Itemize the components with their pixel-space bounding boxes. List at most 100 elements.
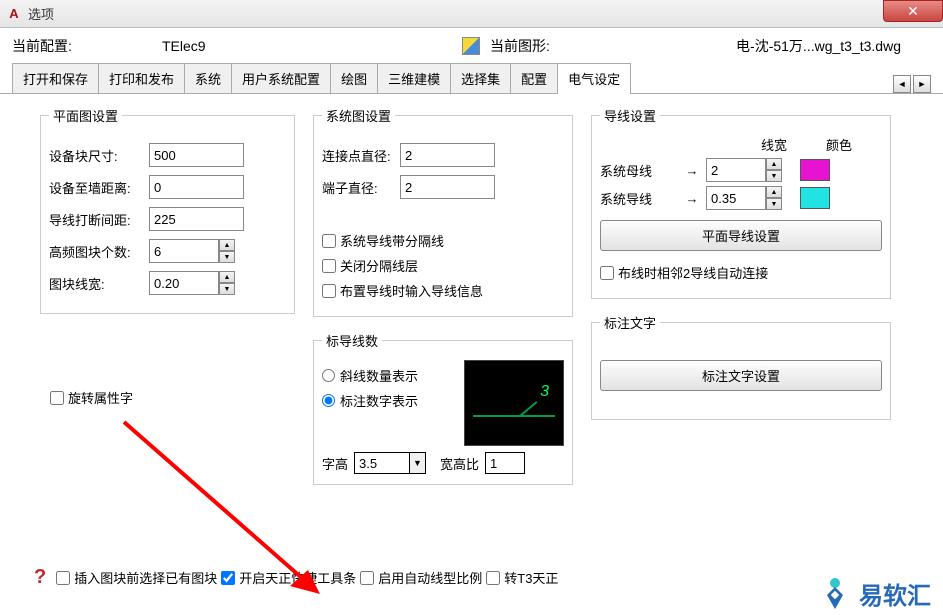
- current-profile-value: TElec9: [162, 38, 462, 54]
- col-color-label: 颜色: [814, 135, 864, 154]
- chk-divider-label: 系统导线带分隔线: [340, 231, 444, 250]
- block-lw-label: 图块线宽:: [49, 274, 149, 293]
- text-height-label: 字高: [322, 454, 348, 473]
- bus-width-spinner[interactable]: ▲▼: [706, 158, 786, 182]
- hf-count-label: 高频图块个数:: [49, 242, 149, 261]
- tab-scroll-right[interactable]: ►: [913, 75, 931, 93]
- wall-dist-label: 设备至墙距离:: [49, 178, 149, 197]
- hf-count-input[interactable]: [149, 239, 219, 263]
- system-group: 系统图设置 连接点直径: 端子直径: 系统导线带分隔线 关闭分隔线层 布置导线时…: [313, 106, 573, 317]
- block-size-input[interactable]: [149, 143, 244, 167]
- current-profile-label: 当前配置:: [12, 36, 162, 56]
- wire-width-input[interactable]: [706, 186, 766, 210]
- chk-enable-quickbar-label: 开启天正快捷工具条: [239, 568, 356, 587]
- bottom-bar: ? 插入图块前选择已有图块 开启天正快捷工具条 启用自动线型比例 转T3天正: [0, 556, 943, 599]
- text-height-dropdown[interactable]: ▼: [410, 452, 426, 474]
- chk-divider[interactable]: [322, 234, 336, 248]
- tab-3dmodel[interactable]: 三维建模: [377, 63, 451, 93]
- hf-count-up[interactable]: ▲: [219, 239, 235, 251]
- chk-select-before-insert[interactable]: [56, 571, 70, 585]
- block-size-label: 设备块尺寸:: [49, 146, 149, 165]
- block-lw-up[interactable]: ▲: [219, 271, 235, 283]
- watermark-icon: [817, 575, 853, 611]
- radio-slash-count[interactable]: [322, 369, 335, 382]
- block-lw-down[interactable]: ▼: [219, 283, 235, 295]
- auto-connect-label: 布线时相邻2导线自动连接: [618, 263, 768, 282]
- auto-connect-checkbox[interactable]: [600, 266, 614, 280]
- label-legend: 标注文字: [600, 313, 660, 332]
- current-drawing-label: 当前图形:: [490, 36, 600, 56]
- hf-count-down[interactable]: ▼: [219, 251, 235, 263]
- conn-diam-input[interactable]: [400, 143, 495, 167]
- chk-convert-t3-label: 转T3天正: [504, 568, 558, 587]
- break-gap-input[interactable]: [149, 207, 244, 231]
- close-icon: ✕: [907, 3, 919, 20]
- tab-open-save[interactable]: 打开和保存: [12, 63, 99, 93]
- wire-legend: 导线设置: [600, 106, 660, 125]
- titlebar: A 选项 ✕: [0, 0, 943, 28]
- tab-selection[interactable]: 选择集: [450, 63, 511, 93]
- chk-input-wireinfo-label: 布置导线时输入导线信息: [340, 281, 483, 300]
- ratio-input[interactable]: [485, 452, 525, 474]
- tab-scroll-left[interactable]: ◄: [893, 75, 911, 93]
- block-lw-spinner[interactable]: ▲ ▼: [149, 271, 235, 295]
- bus-width-input[interactable]: [706, 158, 766, 182]
- plane-legend: 平面图设置: [49, 106, 122, 125]
- tab-plot[interactable]: 打印和发布: [98, 63, 185, 93]
- close-button[interactable]: ✕: [883, 0, 943, 22]
- arrow-icon: →: [678, 191, 706, 206]
- wire-label: 系统导线: [600, 189, 678, 208]
- drawing-icon: [462, 37, 480, 55]
- window-title: 选项: [28, 4, 54, 23]
- tab-scroll: ◄ ►: [891, 75, 931, 93]
- arrow-icon: →: [678, 163, 706, 178]
- current-drawing-value: 电-沈-51万...wg_t3_t3.dwg: [600, 36, 931, 56]
- wire-width-up[interactable]: ▲: [766, 186, 782, 198]
- radio-number[interactable]: [322, 394, 335, 407]
- term-diam-input[interactable]: [400, 175, 495, 199]
- tab-drafting[interactable]: 绘图: [330, 63, 378, 93]
- watermark: 易软汇: [817, 575, 931, 611]
- bus-width-up[interactable]: ▲: [766, 158, 782, 170]
- tab-user-prefs[interactable]: 用户系统配置: [231, 63, 331, 93]
- bus-width-down[interactable]: ▼: [766, 170, 782, 182]
- wire-color-swatch[interactable]: [800, 187, 830, 209]
- ratio-label: 宽高比: [440, 454, 479, 473]
- text-height-combo[interactable]: ▼: [354, 452, 426, 474]
- wire-width-down[interactable]: ▼: [766, 198, 782, 210]
- rotate-attr-checkbox[interactable]: [50, 391, 64, 405]
- tab-electrical[interactable]: 电气设定: [557, 63, 631, 94]
- wall-dist-input[interactable]: [149, 175, 244, 199]
- text-height-input[interactable]: [354, 452, 410, 474]
- wire-width-spinner[interactable]: ▲▼: [706, 186, 786, 210]
- plane-group: 平面图设置 设备块尺寸: 设备至墙距离: 导线打断间距: 高频图块个数: ▲: [40, 106, 295, 314]
- system-legend: 系统图设置: [322, 106, 395, 125]
- leader-preview: 3: [464, 360, 564, 446]
- leader-group: 标导线数 斜线数量表示 标注数字表示 3 字高 ▼ 宽高比: [313, 331, 573, 485]
- hf-count-spinner[interactable]: ▲ ▼: [149, 239, 235, 263]
- radio-slash-label: 斜线数量表示: [340, 366, 418, 385]
- watermark-text: 易软汇: [859, 576, 931, 611]
- leader-legend: 标导线数: [322, 331, 382, 350]
- tab-system[interactable]: 系统: [184, 63, 232, 93]
- plane-wire-settings-button[interactable]: 平面导线设置: [600, 220, 882, 251]
- conn-diam-label: 连接点直径:: [322, 146, 400, 165]
- chk-input-wireinfo[interactable]: [322, 284, 336, 298]
- bus-label: 系统母线: [600, 161, 678, 180]
- label-settings-button[interactable]: 标注文字设置: [600, 360, 882, 391]
- tabs: 打开和保存 打印和发布 系统 用户系统配置 绘图 三维建模 选择集 配置 电气设…: [0, 62, 943, 94]
- wire-group: 导线设置 线宽 颜色 系统母线 → ▲▼ 系统导线 → ▲▼: [591, 106, 891, 299]
- tab-profiles[interactable]: 配置: [510, 63, 558, 93]
- term-diam-label: 端子直径:: [322, 178, 400, 197]
- chk-close-layer-label: 关闭分隔线层: [340, 256, 418, 275]
- break-gap-label: 导线打断间距:: [49, 210, 149, 229]
- chk-close-layer[interactable]: [322, 259, 336, 273]
- chk-auto-ltscale-label: 启用自动线型比例: [378, 568, 482, 587]
- bus-color-swatch[interactable]: [800, 159, 830, 181]
- chk-enable-quickbar[interactable]: [221, 571, 235, 585]
- profile-row: 当前配置: TElec9 当前图形: 电-沈-51万...wg_t3_t3.dw…: [0, 28, 943, 62]
- help-icon[interactable]: ?: [34, 566, 46, 589]
- chk-convert-t3[interactable]: [486, 571, 500, 585]
- block-lw-input[interactable]: [149, 271, 219, 295]
- chk-auto-ltscale[interactable]: [360, 571, 374, 585]
